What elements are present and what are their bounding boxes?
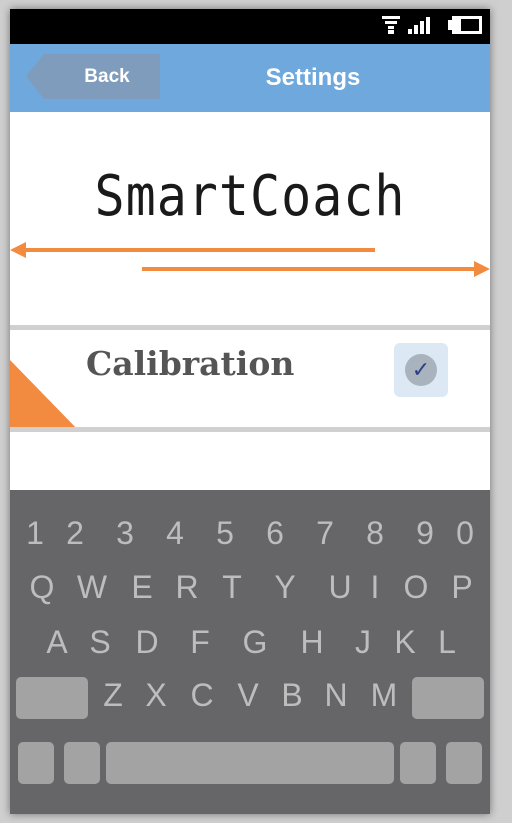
backspace-key[interactable]: [412, 677, 484, 719]
calibration-label: Calibration: [86, 344, 295, 383]
wifi-icon: [382, 16, 400, 34]
page-title: Settings: [265, 64, 361, 91]
phone-screen: Back Settings SmartCoach Calibration ✓ 1…: [10, 9, 490, 814]
key-4[interactable]: 4: [155, 513, 195, 553]
key-8[interactable]: 8: [355, 513, 395, 553]
status-bar: [10, 9, 490, 44]
key-2[interactable]: 2: [55, 513, 95, 553]
arrow-right-icon: [142, 261, 490, 277]
key-f[interactable]: F: [180, 622, 220, 662]
logo-area: SmartCoach: [10, 112, 490, 327]
signal-icon: [408, 17, 430, 34]
calibration-checkbox[interactable]: ✓: [394, 343, 448, 397]
key-r[interactable]: R: [167, 567, 207, 607]
space-bar[interactable]: [106, 742, 394, 784]
key-x[interactable]: X: [136, 675, 176, 715]
key-i[interactable]: I: [355, 567, 395, 607]
symbols-key[interactable]: [18, 742, 54, 784]
key-o[interactable]: O: [396, 567, 436, 607]
key-y[interactable]: Y: [265, 567, 305, 607]
arrow-left-icon: [10, 242, 375, 258]
check-circle: ✓: [405, 354, 437, 386]
key-h[interactable]: H: [292, 622, 332, 662]
key-t[interactable]: T: [212, 567, 252, 607]
back-button[interactable]: Back: [26, 54, 160, 99]
key-e[interactable]: E: [122, 567, 162, 607]
calibration-row[interactable]: Calibration ✓: [10, 330, 490, 434]
key-g[interactable]: G: [235, 622, 275, 662]
swipe-arrows: [10, 242, 490, 277]
key-u[interactable]: U: [320, 567, 360, 607]
key-6[interactable]: 6: [255, 513, 295, 553]
checkmark-icon: ✓: [411, 357, 431, 382]
back-button-label: Back: [84, 66, 130, 87]
key-c[interactable]: C: [182, 675, 222, 715]
corner-accent-shape: [10, 360, 82, 434]
key-w[interactable]: W: [72, 567, 112, 607]
key-1[interactable]: 1: [15, 513, 55, 553]
key-l[interactable]: L: [427, 622, 467, 662]
key-j[interactable]: J: [343, 622, 383, 662]
keyboard: 1 2 3 4 5 6 7 8 9 0 Q W E R T Y U I O P …: [10, 490, 490, 814]
key-3[interactable]: 3: [105, 513, 145, 553]
period-key[interactable]: [400, 742, 436, 784]
blank-area: [10, 432, 490, 490]
shift-key[interactable]: [16, 677, 88, 719]
key-k[interactable]: K: [385, 622, 425, 662]
key-z[interactable]: Z: [93, 675, 133, 715]
status-icons: [382, 16, 482, 34]
key-7[interactable]: 7: [305, 513, 345, 553]
key-p[interactable]: P: [442, 567, 482, 607]
key-d[interactable]: D: [127, 622, 167, 662]
emoji-key[interactable]: [64, 742, 100, 784]
key-q[interactable]: Q: [22, 567, 62, 607]
key-v[interactable]: V: [228, 675, 268, 715]
key-0[interactable]: 0: [445, 513, 485, 553]
key-a[interactable]: A: [37, 622, 77, 662]
battery-icon: [448, 16, 482, 34]
enter-key[interactable]: [446, 742, 482, 784]
header-bar: Back Settings: [10, 44, 490, 112]
key-s[interactable]: S: [80, 622, 120, 662]
key-5[interactable]: 5: [205, 513, 245, 553]
key-n[interactable]: N: [316, 675, 356, 715]
key-m[interactable]: M: [364, 675, 404, 715]
key-9[interactable]: 9: [405, 513, 445, 553]
key-b[interactable]: B: [272, 675, 312, 715]
